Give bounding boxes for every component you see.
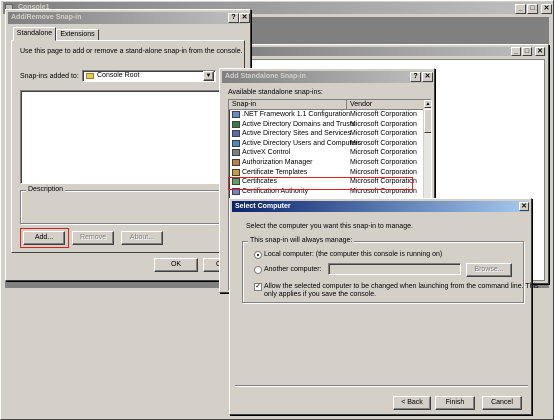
add-remove-title: Add/Remove Snap-in bbox=[11, 14, 82, 21]
template-icon bbox=[232, 168, 240, 176]
snapin-name: ActiveX Control bbox=[242, 149, 291, 157]
snapin-name: Certificates bbox=[242, 178, 278, 186]
browse-button[interactable]: Browse... bbox=[466, 263, 512, 277]
select-computer-title: Select Computer bbox=[235, 203, 291, 210]
snapin-vendor: Microsoft Corporation bbox=[350, 149, 417, 157]
certificates-icon bbox=[232, 178, 240, 186]
snapin-vendor: Microsoft Corporation bbox=[350, 130, 417, 138]
list-header: Snap-in Vendor bbox=[229, 100, 423, 110]
snapin-row[interactable]: Active Directory Sites and Services Micro… bbox=[231, 129, 421, 139]
snapin-row[interactable]: Active Directory Users and Computers Micr… bbox=[231, 139, 421, 149]
another-computer-label[interactable]: Another computer: bbox=[264, 266, 322, 273]
local-computer-label[interactable]: Local computer: (the computer this conso… bbox=[264, 251, 442, 258]
snapin-row[interactable]: Certificate Templates Microsoft Corporati… bbox=[231, 168, 421, 178]
add-standalone-close-button[interactable]: ✕ bbox=[422, 72, 433, 82]
snapin-row[interactable]: Authorization Manager Microsoft Corporati… bbox=[231, 158, 421, 168]
console-root-icon bbox=[86, 73, 94, 79]
tab-standalone-label: Standalone bbox=[16, 30, 53, 37]
inner-maximize-button[interactable]: □ bbox=[522, 47, 532, 56]
snapin-vendor: Microsoft Corporation bbox=[350, 139, 417, 147]
description-label: Description bbox=[26, 186, 66, 193]
select-computer-prompt: Select the computer you want this snap-i… bbox=[246, 223, 413, 230]
snapin-name: Authorization Manager bbox=[242, 159, 313, 166]
remove-button[interactable]: Remove bbox=[72, 231, 114, 245]
snapin-row[interactable]: .NET Framework 1.1 Configuration Microsof… bbox=[231, 110, 421, 120]
snapin-name: Active Directory Sites and Services bbox=[242, 130, 351, 138]
snapin-vendor: Microsoft Corporation bbox=[350, 120, 417, 128]
snapin-name: Certification Authority bbox=[242, 187, 309, 195]
dropdown-arrow-icon[interactable]: ▼ bbox=[203, 71, 214, 81]
add-standalone-help-button[interactable]: ? bbox=[410, 72, 421, 82]
add-remove-titlebar[interactable]: Add/Remove Snap-in bbox=[8, 12, 248, 24]
select-computer-titlebar[interactable]: Select Computer bbox=[232, 201, 529, 212]
scroll-up-button[interactable]: ▲ bbox=[424, 100, 431, 108]
snapin-vendor: Microsoft Corporation bbox=[350, 111, 417, 118]
activex-icon bbox=[232, 149, 240, 157]
about-button[interactable]: About... bbox=[121, 231, 163, 245]
console-close-button[interactable]: ✕ bbox=[541, 4, 552, 14]
snapin-vendor: Microsoft Corporation bbox=[350, 178, 417, 186]
allow-change-label-line1[interactable]: Allow the selected computer to be change… bbox=[264, 283, 539, 290]
scroll-thumb[interactable] bbox=[424, 109, 431, 133]
inner-child-titlebar[interactable] bbox=[239, 47, 546, 56]
column-divider bbox=[346, 100, 347, 110]
add-standalone-titlebar[interactable]: Add Standalone Snap-in bbox=[222, 71, 432, 83]
domains-icon bbox=[232, 120, 240, 128]
allow-change-label-line2[interactable]: only applies if you save the console. bbox=[264, 291, 376, 298]
finish-button[interactable]: Finish bbox=[435, 396, 475, 410]
console-maximize-button[interactable]: □ bbox=[527, 4, 538, 14]
snapin-row[interactable]: Certification Authority Microsoft Corpora… bbox=[231, 187, 421, 197]
allow-change-checkbox[interactable]: ✓ bbox=[254, 283, 262, 291]
tab-extensions-label: Extensions bbox=[60, 31, 95, 38]
standalone-intro-text: Use this page to add or remove a stand-a… bbox=[20, 48, 243, 55]
add-remove-dialog: Add/Remove Snap-in ? ✕ Standalone Extens… bbox=[5, 9, 251, 281]
snapin-name: Certificate Templates bbox=[242, 168, 308, 176]
local-computer-radio[interactable] bbox=[254, 251, 262, 259]
another-computer-radio[interactable] bbox=[254, 266, 262, 274]
footer-divider bbox=[235, 385, 528, 387]
snapins-added-list[interactable] bbox=[20, 90, 222, 184]
authorization-icon bbox=[232, 159, 240, 166]
sites-icon bbox=[232, 130, 240, 138]
snapin-name: Active Directory Domains and Trusts bbox=[242, 120, 356, 128]
snapin-row[interactable]: Certificates Microsoft Corporation bbox=[231, 177, 421, 187]
add-remove-close-button[interactable]: ✕ bbox=[239, 13, 250, 23]
snapin-name: .NET Framework 1.1 Configuration bbox=[242, 111, 351, 118]
snapin-vendor: Microsoft Corporation bbox=[350, 187, 417, 195]
snapins-added-label: Snap-ins added to: bbox=[20, 73, 79, 80]
available-snapins-label: Available standalone snap-ins: bbox=[228, 89, 323, 96]
another-computer-input[interactable] bbox=[328, 263, 461, 275]
snapin-vendor: Microsoft Corporation bbox=[350, 159, 417, 166]
cancel-button[interactable]: Cancel bbox=[482, 396, 522, 410]
ca-icon bbox=[232, 187, 240, 195]
column-vendor[interactable]: Vendor bbox=[350, 101, 372, 108]
snapin-row[interactable]: ActiveX Control Microsoft Corporation bbox=[231, 148, 421, 158]
back-button[interactable]: < Back bbox=[393, 396, 431, 410]
console-minimize-button[interactable]: _ bbox=[515, 4, 526, 14]
add-remove-help-button[interactable]: ? bbox=[228, 13, 239, 23]
tab-standalone[interactable]: Standalone bbox=[13, 27, 56, 41]
snapins-added-value: Console Root bbox=[97, 72, 140, 79]
inner-close-button[interactable]: ✕ bbox=[535, 47, 545, 56]
snapins-added-dropdown[interactable]: Console Root ▼ bbox=[82, 70, 216, 82]
add-standalone-title: Add Standalone Snap-in bbox=[225, 73, 306, 80]
always-manage-label: This snap-in will always manage: bbox=[248, 237, 355, 244]
ok-button[interactable]: OK bbox=[154, 258, 198, 272]
snapin-name: Active Directory Users and Computers bbox=[242, 139, 362, 147]
select-computer-dialog: Select Computer ✕ Select the computer yo… bbox=[229, 198, 539, 415]
select-computer-close-button[interactable]: ✕ bbox=[519, 202, 529, 211]
description-group bbox=[20, 190, 234, 224]
add-button[interactable]: Add... bbox=[23, 231, 65, 245]
snapin-row[interactable]: Active Directory Domains and Trusts Micro… bbox=[231, 120, 421, 130]
inner-minimize-button[interactable]: _ bbox=[511, 47, 521, 56]
gear-icon bbox=[232, 111, 240, 118]
column-snapin[interactable]: Snap-in bbox=[232, 101, 256, 108]
snapin-vendor: Microsoft Corporation bbox=[350, 168, 417, 176]
users-icon bbox=[232, 139, 240, 147]
